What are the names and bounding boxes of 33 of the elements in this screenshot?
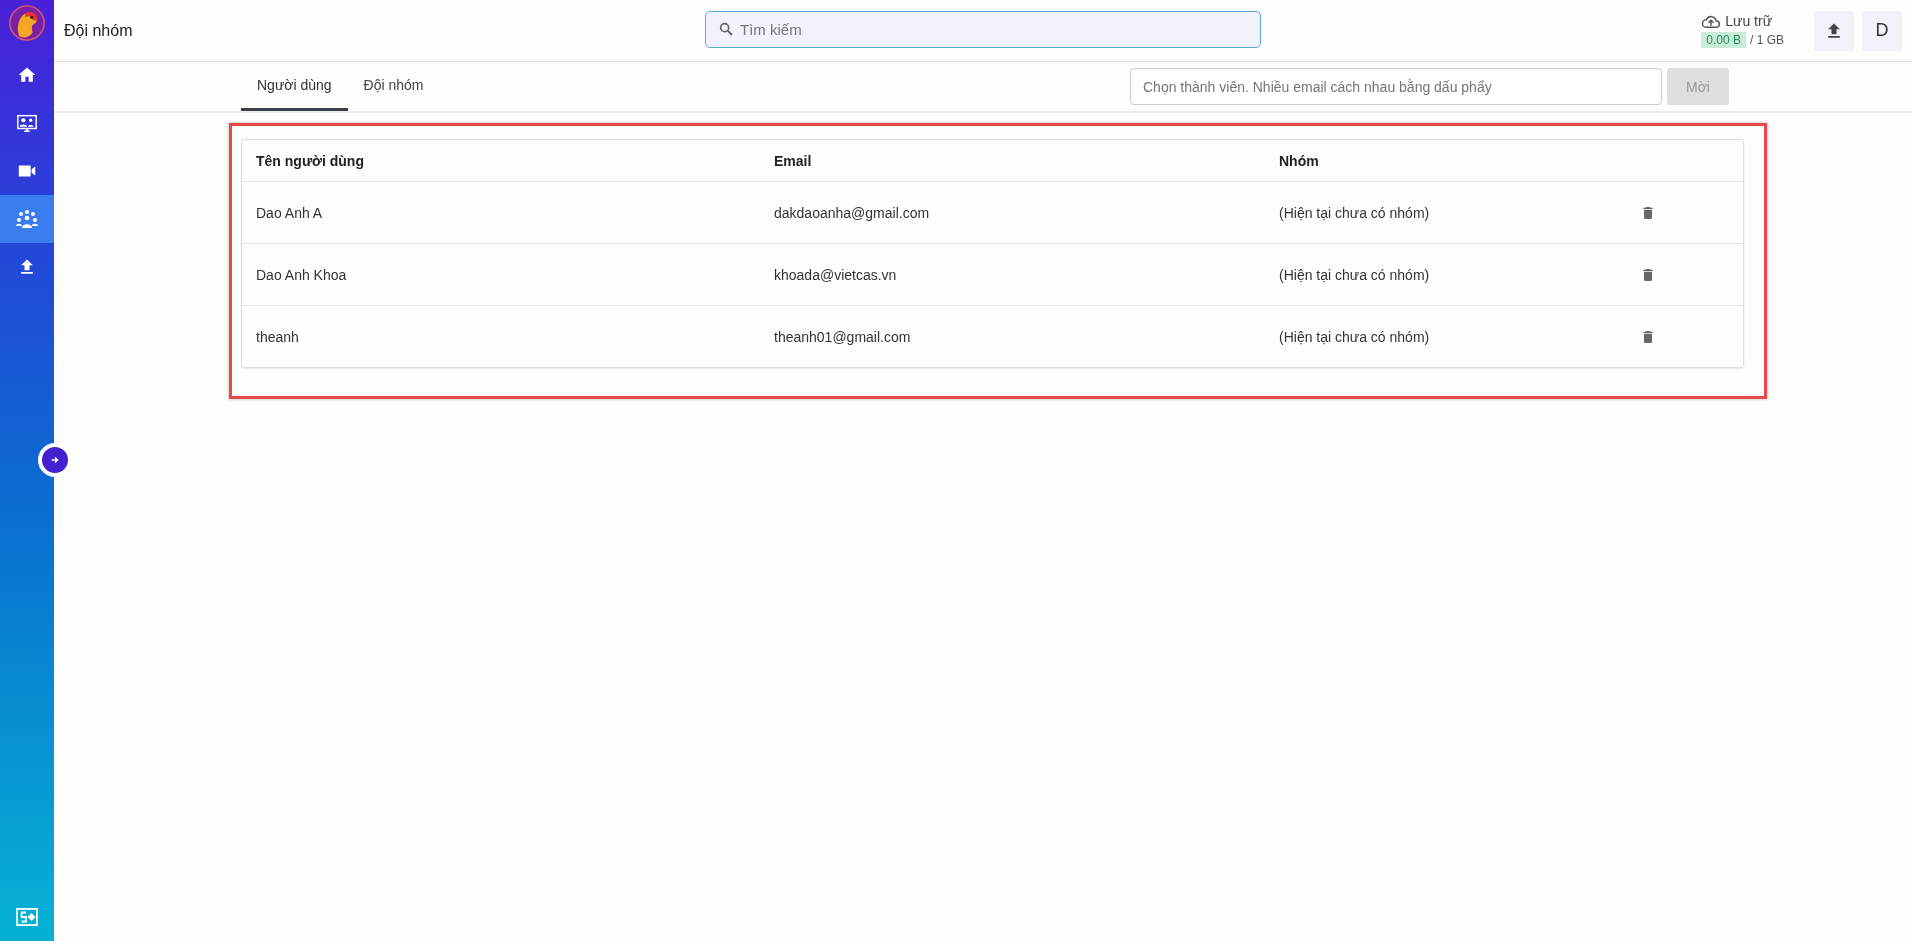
table-cell-text: (Hiện tại chưa có nhóm) xyxy=(1278,204,1431,221)
arrow-right-icon xyxy=(50,455,60,465)
storage-used: 0.00 B xyxy=(1701,32,1746,48)
storage-label: Lưu trữ xyxy=(1725,13,1773,29)
billing-icon[interactable] xyxy=(16,908,38,926)
trash-icon[interactable] xyxy=(1640,204,1656,221)
avatar-button[interactable]: D xyxy=(1862,10,1902,51)
table-cell-text: Dao Anh Khoa xyxy=(255,266,348,283)
column-header: Tên người dùng xyxy=(255,152,365,169)
home-icon xyxy=(17,65,37,85)
table-cell-text: theanh xyxy=(255,328,300,345)
column-header: Nhóm xyxy=(1278,152,1320,169)
table-cell-text: (Hiện tại chưa có nhóm) xyxy=(1278,266,1431,283)
table-cell-text: dakdaoanha@gmail.com xyxy=(773,204,931,221)
column-header: Email xyxy=(773,152,813,169)
parrot-logo-icon[interactable] xyxy=(8,4,46,42)
table-cell-text: khoada@vietcas.vn xyxy=(773,266,898,283)
trash-icon[interactable] xyxy=(1640,266,1656,283)
search-field[interactable]: Tìm kiếm xyxy=(705,11,1261,48)
table-cell-text: theanh01@gmail.com xyxy=(773,328,912,345)
trash-icon[interactable] xyxy=(1640,328,1656,345)
conference-icon xyxy=(16,112,38,134)
page-title: Đội nhóm xyxy=(64,21,133,40)
tab[interactable]: Đội nhóm xyxy=(347,62,440,111)
table-cell-text: (Hiện tại chưa có nhóm) xyxy=(1278,328,1431,345)
search-icon xyxy=(718,21,734,37)
table-cell-text: Dao Anh A xyxy=(255,204,324,221)
upload-button[interactable] xyxy=(1814,10,1854,51)
nav-item[interactable] xyxy=(0,195,54,243)
tab[interactable]: Người dùng xyxy=(241,62,348,111)
cloud-upload-icon xyxy=(1701,13,1722,29)
people-group-icon xyxy=(15,207,39,231)
storage-total: / 1 GB xyxy=(1750,33,1784,47)
